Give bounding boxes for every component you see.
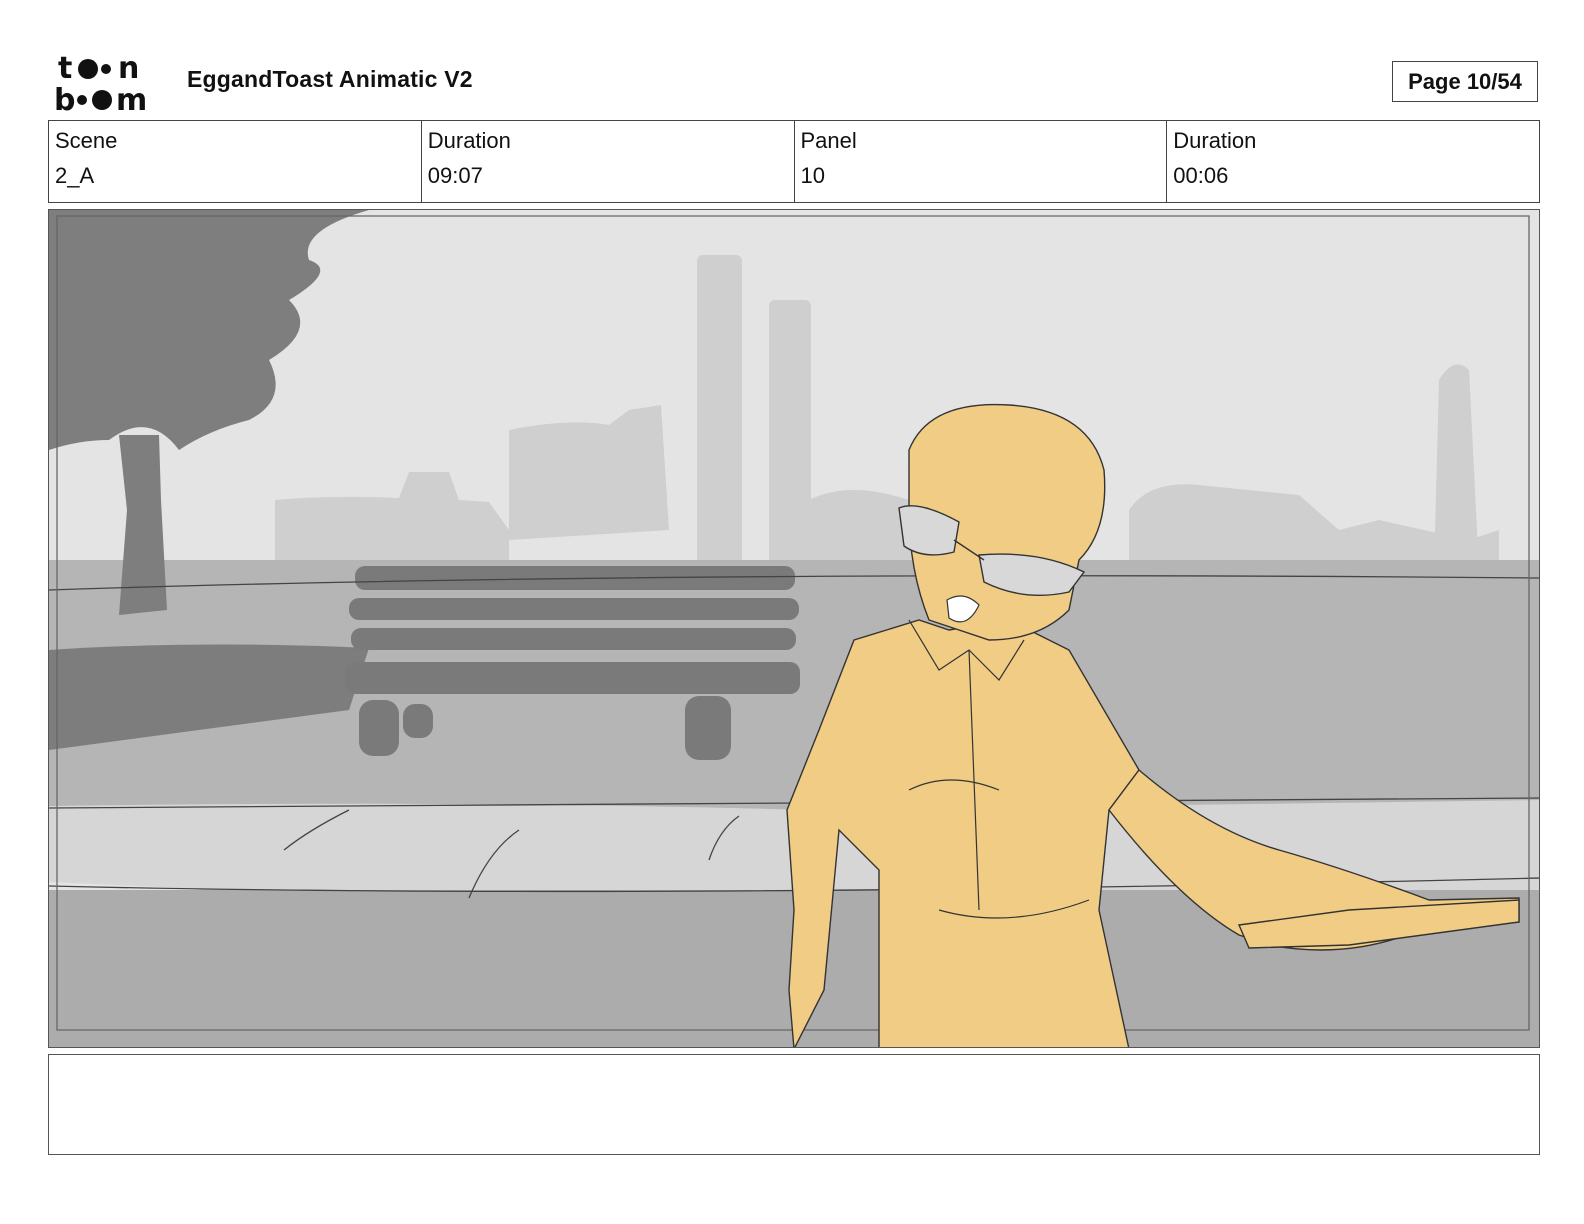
panel-duration-value: 00:06 (1173, 163, 1229, 188)
scene-duration-cell: Duration 09:07 (422, 121, 795, 202)
panel-notes (48, 1054, 1540, 1155)
scene-duration-value: 09:07 (427, 163, 483, 188)
logo-icon: t n b m (54, 51, 147, 118)
scene-value: 2_A (55, 163, 95, 188)
scene-label: Scene (55, 128, 118, 153)
svg-text:b: b (54, 83, 75, 114)
svg-text:m: m (116, 83, 147, 114)
panel-duration-label: Duration (1173, 128, 1257, 153)
document-title: EggandToast Animatic V2 (187, 66, 473, 92)
svg-text:t: t (58, 52, 72, 86)
scene-duration-label: Duration (427, 128, 511, 153)
panel-value: 10 (800, 163, 825, 188)
scene-info-table: Scene 2_A Duration 09:07 Panel 10 Durati… (48, 120, 1540, 203)
panel-duration-cell: Duration 00:06 (1167, 121, 1539, 202)
svg-text:n: n (118, 52, 139, 86)
panel-cell: Panel 10 (795, 121, 1168, 202)
storyboard-panel-image (48, 209, 1540, 1048)
storyboard-sketch-icon (49, 210, 1539, 1047)
page-indicator: Page 10/54 (1392, 61, 1538, 102)
toon-boom-logo: t n b m (52, 51, 164, 118)
panel-label: Panel (800, 128, 857, 153)
scene-cell: Scene 2_A (49, 121, 422, 202)
